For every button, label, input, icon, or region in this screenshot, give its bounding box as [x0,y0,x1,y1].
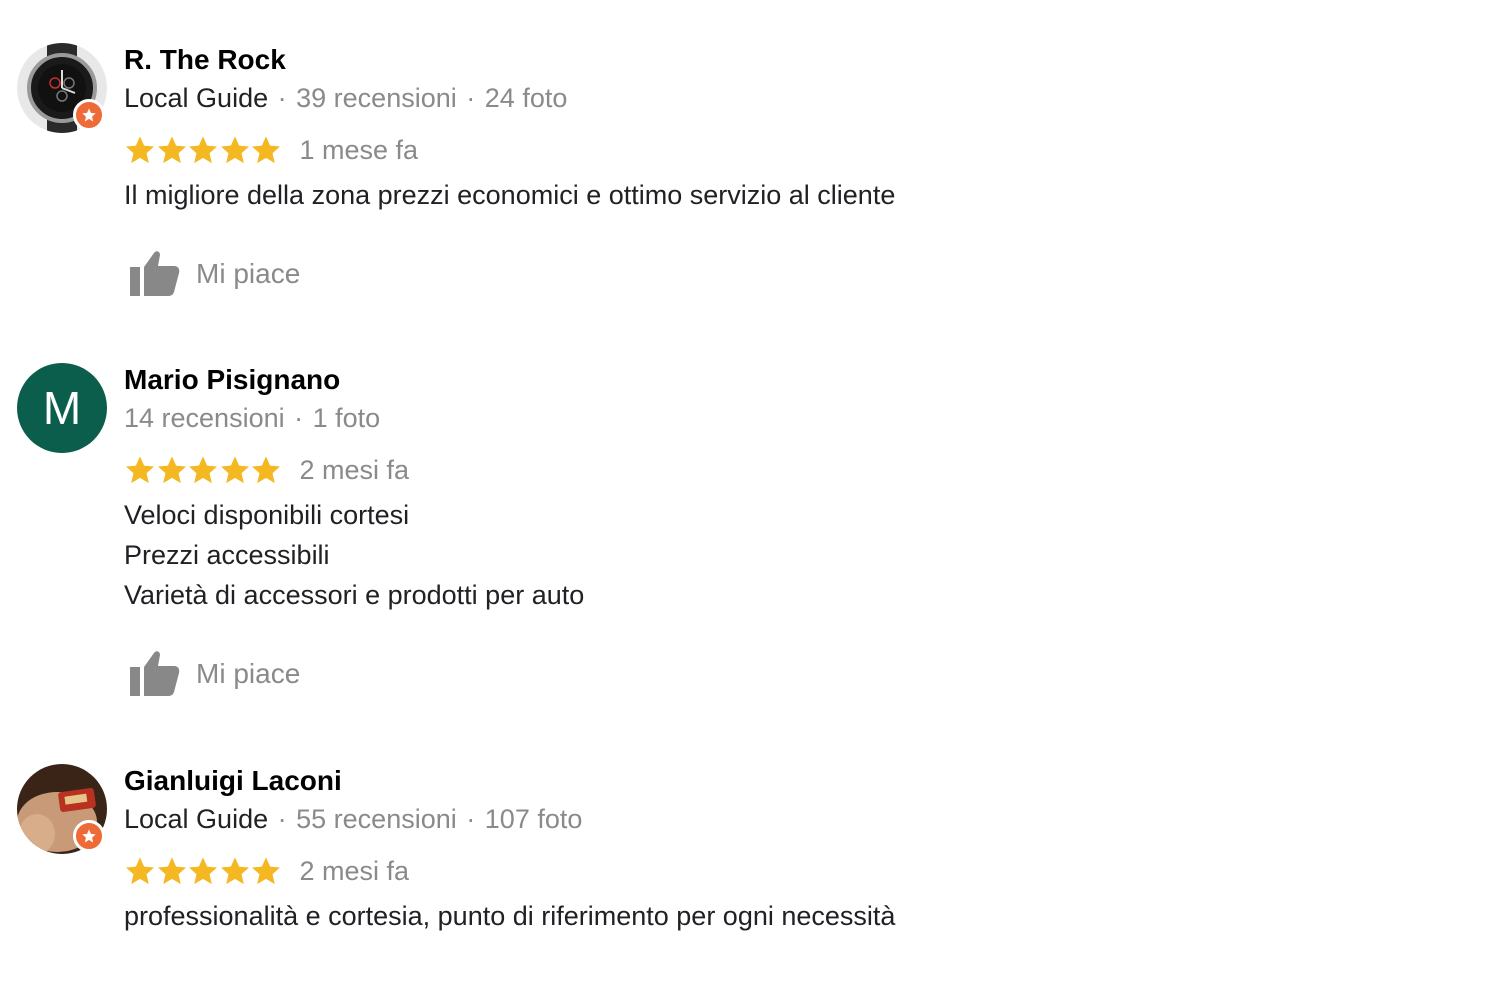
avatar[interactable]: M [17,363,107,453]
like-button[interactable]: Mi piace [124,249,895,299]
star-icon [157,456,186,484]
reviewer-name[interactable]: Gianluigi Laconi [124,764,895,798]
review-text-line: Prezzi accessibili [124,540,330,570]
star-icon [220,456,249,484]
star-icon [220,857,249,885]
review-text-line: Il migliore della zona prezzi economici … [124,180,896,210]
star-icon [157,857,186,885]
star-icon [252,456,280,484]
reviews-count: 14 recensioni [124,403,285,433]
review-text: professionalità e cortesia, punto di rif… [124,896,895,936]
star-icon [126,857,154,885]
like-button[interactable]: Mi piace [124,649,584,699]
review-text-line: Varietà di accessori e prodotti per auto [124,580,585,610]
rating-row: 2 mesi fa [124,853,895,889]
star-rating [124,454,282,486]
thumbs-up-icon [130,651,180,696]
review-text: Veloci disponibili cortesi Prezzi accessi… [124,495,584,615]
photos-count: 24 foto [484,83,568,113]
reviewer-name[interactable]: Mario Pisignano [124,363,584,397]
star-icon [189,456,217,484]
like-label: Mi piace [196,658,301,689]
separator: · [277,83,287,113]
review-text-line: professionalità e cortesia, punto di rif… [124,901,896,931]
reviewer-meta: Local Guide · 55 recensioni · 107 foto [124,802,895,836]
star-icon [126,456,154,484]
review-date: 1 mese fa [299,134,419,165]
separator: · [466,804,476,834]
star-icon [252,136,280,164]
review-date: 2 mesi fa [299,855,410,886]
review-text: Il migliore della zona prezzi economici … [124,175,895,215]
avatar[interactable] [17,43,107,133]
photos-count: 1 foto [312,403,381,433]
reviewer-meta: 14 recensioni · 1 foto [124,401,584,435]
star-rating [124,855,282,887]
local-guide-badge-icon [73,99,105,131]
reviewer-meta: Local Guide · 39 recensioni · 24 foto [124,81,895,115]
star-icon [126,136,154,164]
reviews-count: 55 recensioni [296,804,457,834]
star-icon [252,857,280,885]
review-text-line: Veloci disponibili cortesi [124,500,410,530]
avatar-letter: M [17,363,107,453]
star-icon [157,136,186,164]
reviewer-name[interactable]: R. The Rock [124,43,895,77]
rating-row: 2 mesi fa [124,452,584,488]
separator: · [466,83,476,113]
rating-row: 1 mese fa [124,132,895,168]
reviews-count: 39 recensioni [296,83,457,113]
separator: · [277,804,287,834]
local-guide-label: Local Guide [124,804,269,834]
star-icon [189,136,217,164]
local-guide-badge-icon [73,820,105,852]
avatar[interactable] [17,764,107,854]
star-icon [189,857,217,885]
local-guide-label: Local Guide [124,83,269,113]
separator: · [294,403,304,433]
thumbs-up-icon [130,251,180,296]
star-icon [220,136,249,164]
like-label: Mi piace [196,258,301,289]
review-date: 2 mesi fa [299,454,410,485]
star-rating [124,134,282,166]
photos-count: 107 foto [484,804,583,834]
